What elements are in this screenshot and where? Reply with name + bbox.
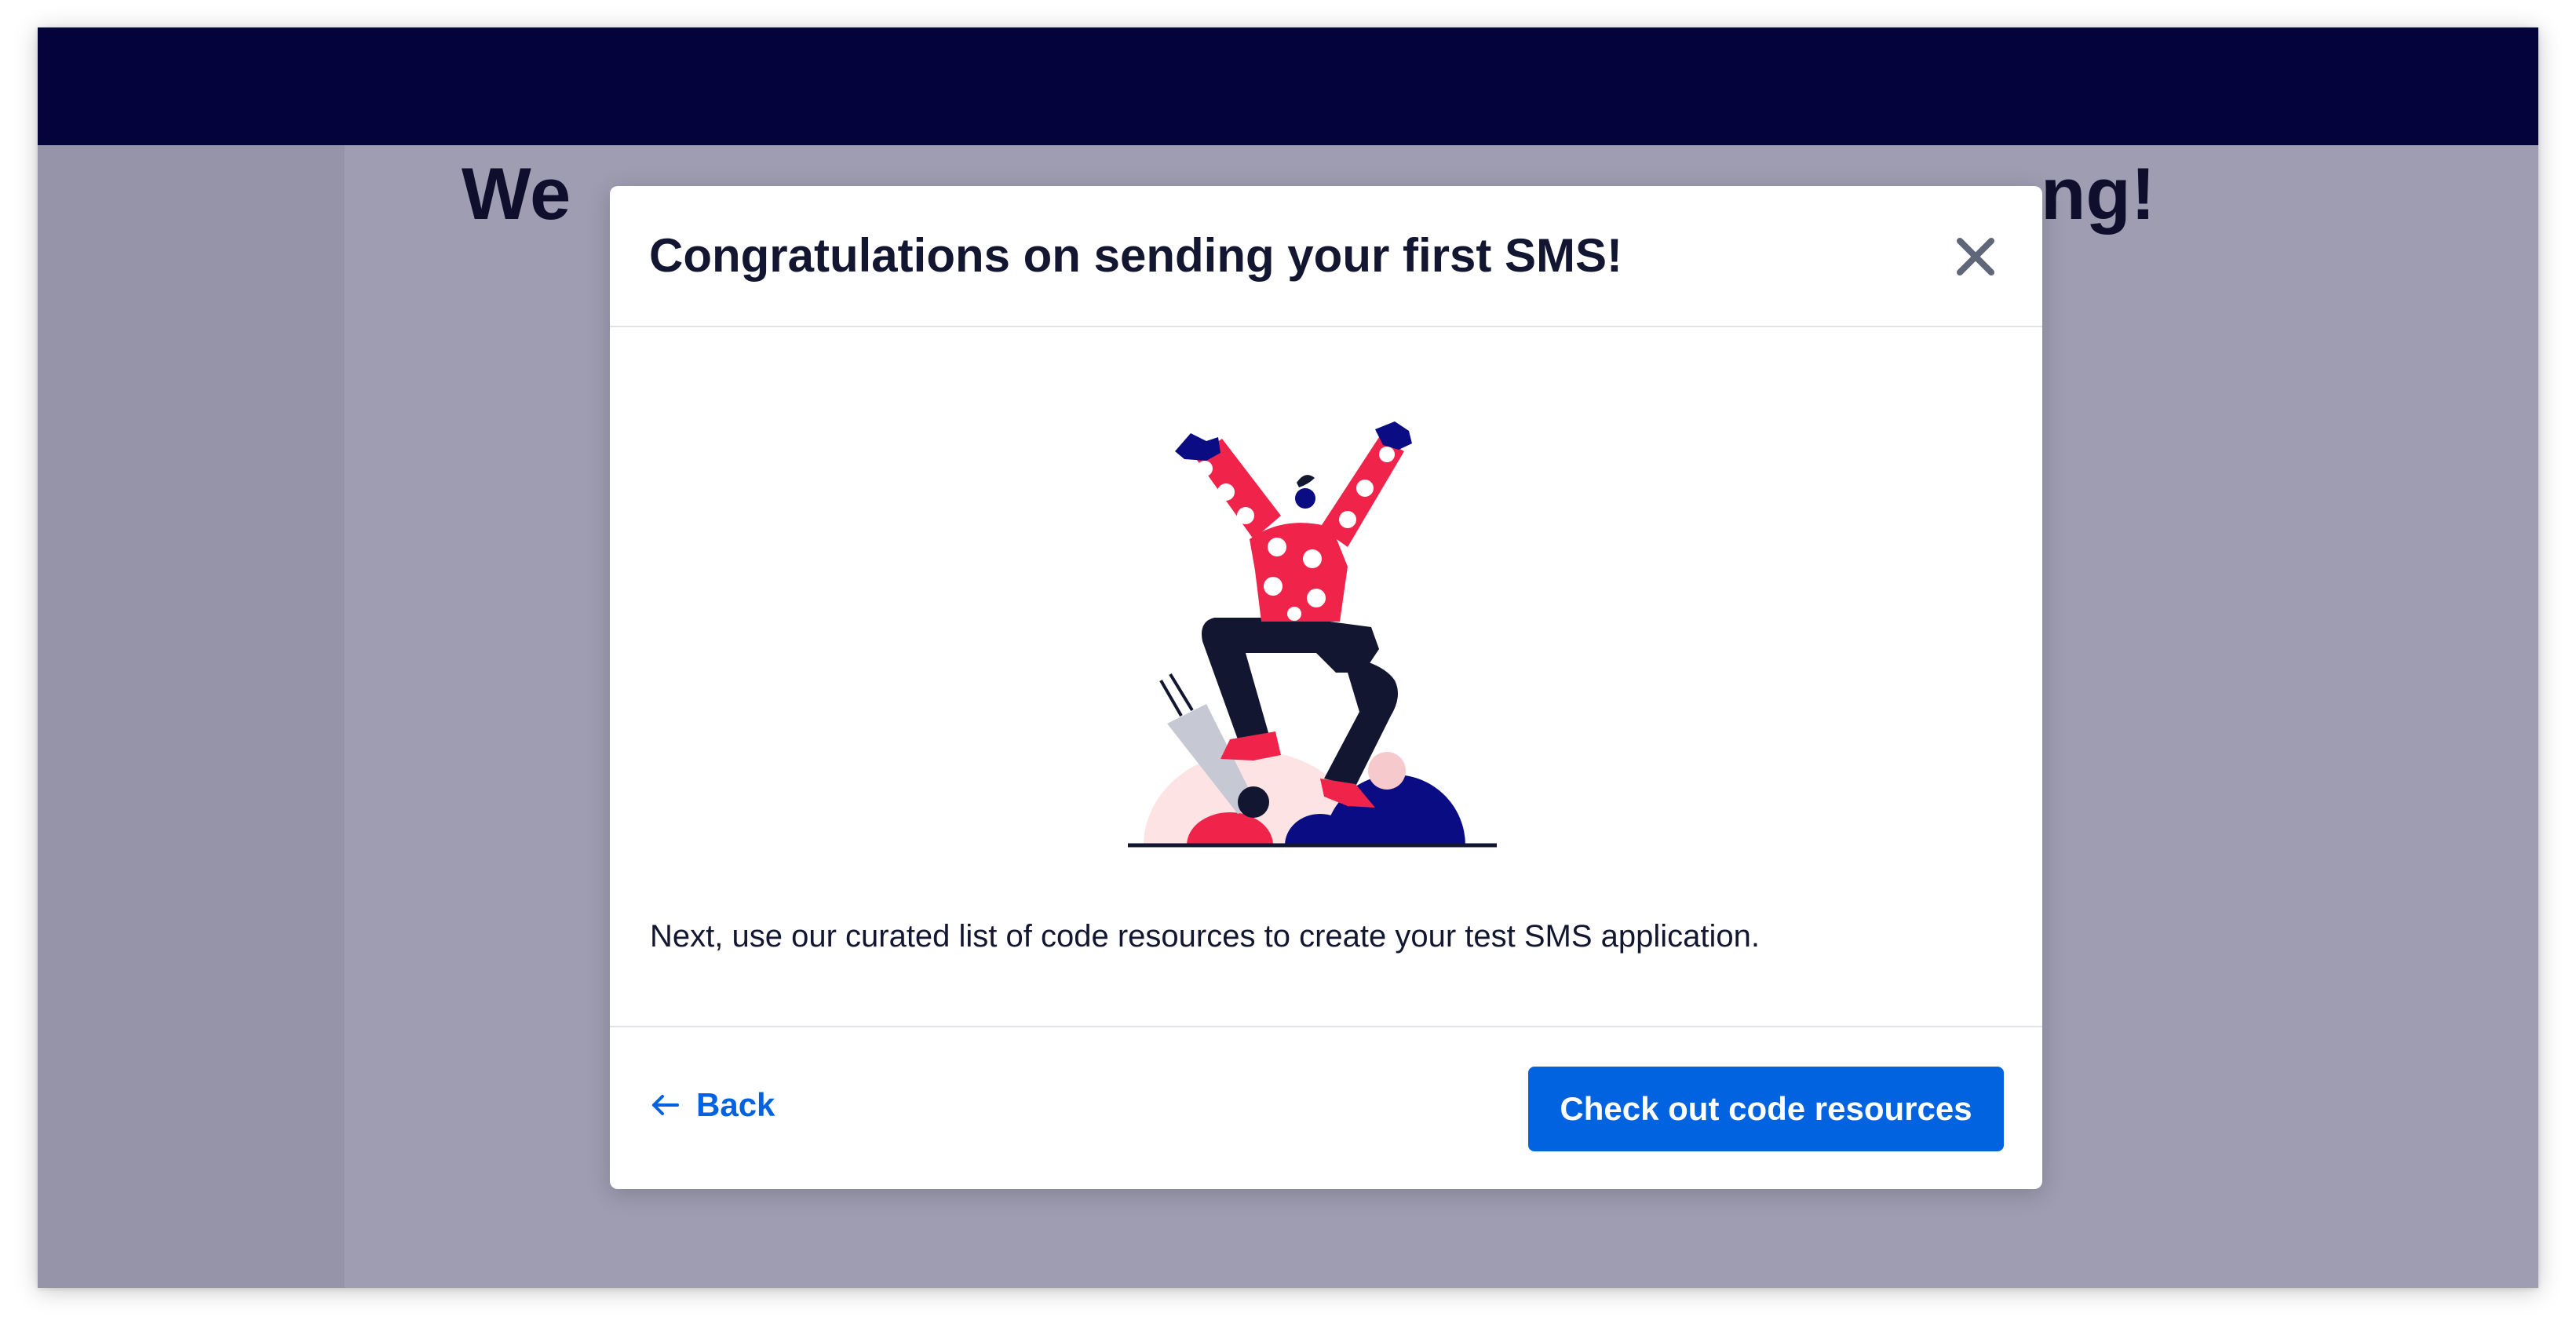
dialog-title: Congratulations on sending your first SM… [649,229,1623,282]
app-window: We ng! Congratulations on sending your f… [38,27,2538,1288]
back-label: Back [696,1086,775,1123]
congratulations-dialog: Congratulations on sending your first SM… [610,186,2042,1189]
top-navigation-bar [38,27,2538,145]
dialog-footer: Back Check out code resources [610,1026,2042,1189]
close-icon [1957,238,1994,275]
close-button[interactable] [1944,225,2007,288]
sidebar [38,145,345,1288]
background-heading-start: We [462,152,571,235]
arrow-left-icon [652,1095,679,1115]
back-button[interactable]: Back [651,1089,775,1122]
check-out-code-resources-button[interactable]: Check out code resources [1528,1067,2004,1151]
celebrating-person-illustration [1128,421,1497,848]
dialog-message: Next, use our curated list of code resou… [650,919,1761,954]
dialog-header: Congratulations on sending your first SM… [610,186,2042,327]
background-heading-end: ng! [2041,152,2156,235]
